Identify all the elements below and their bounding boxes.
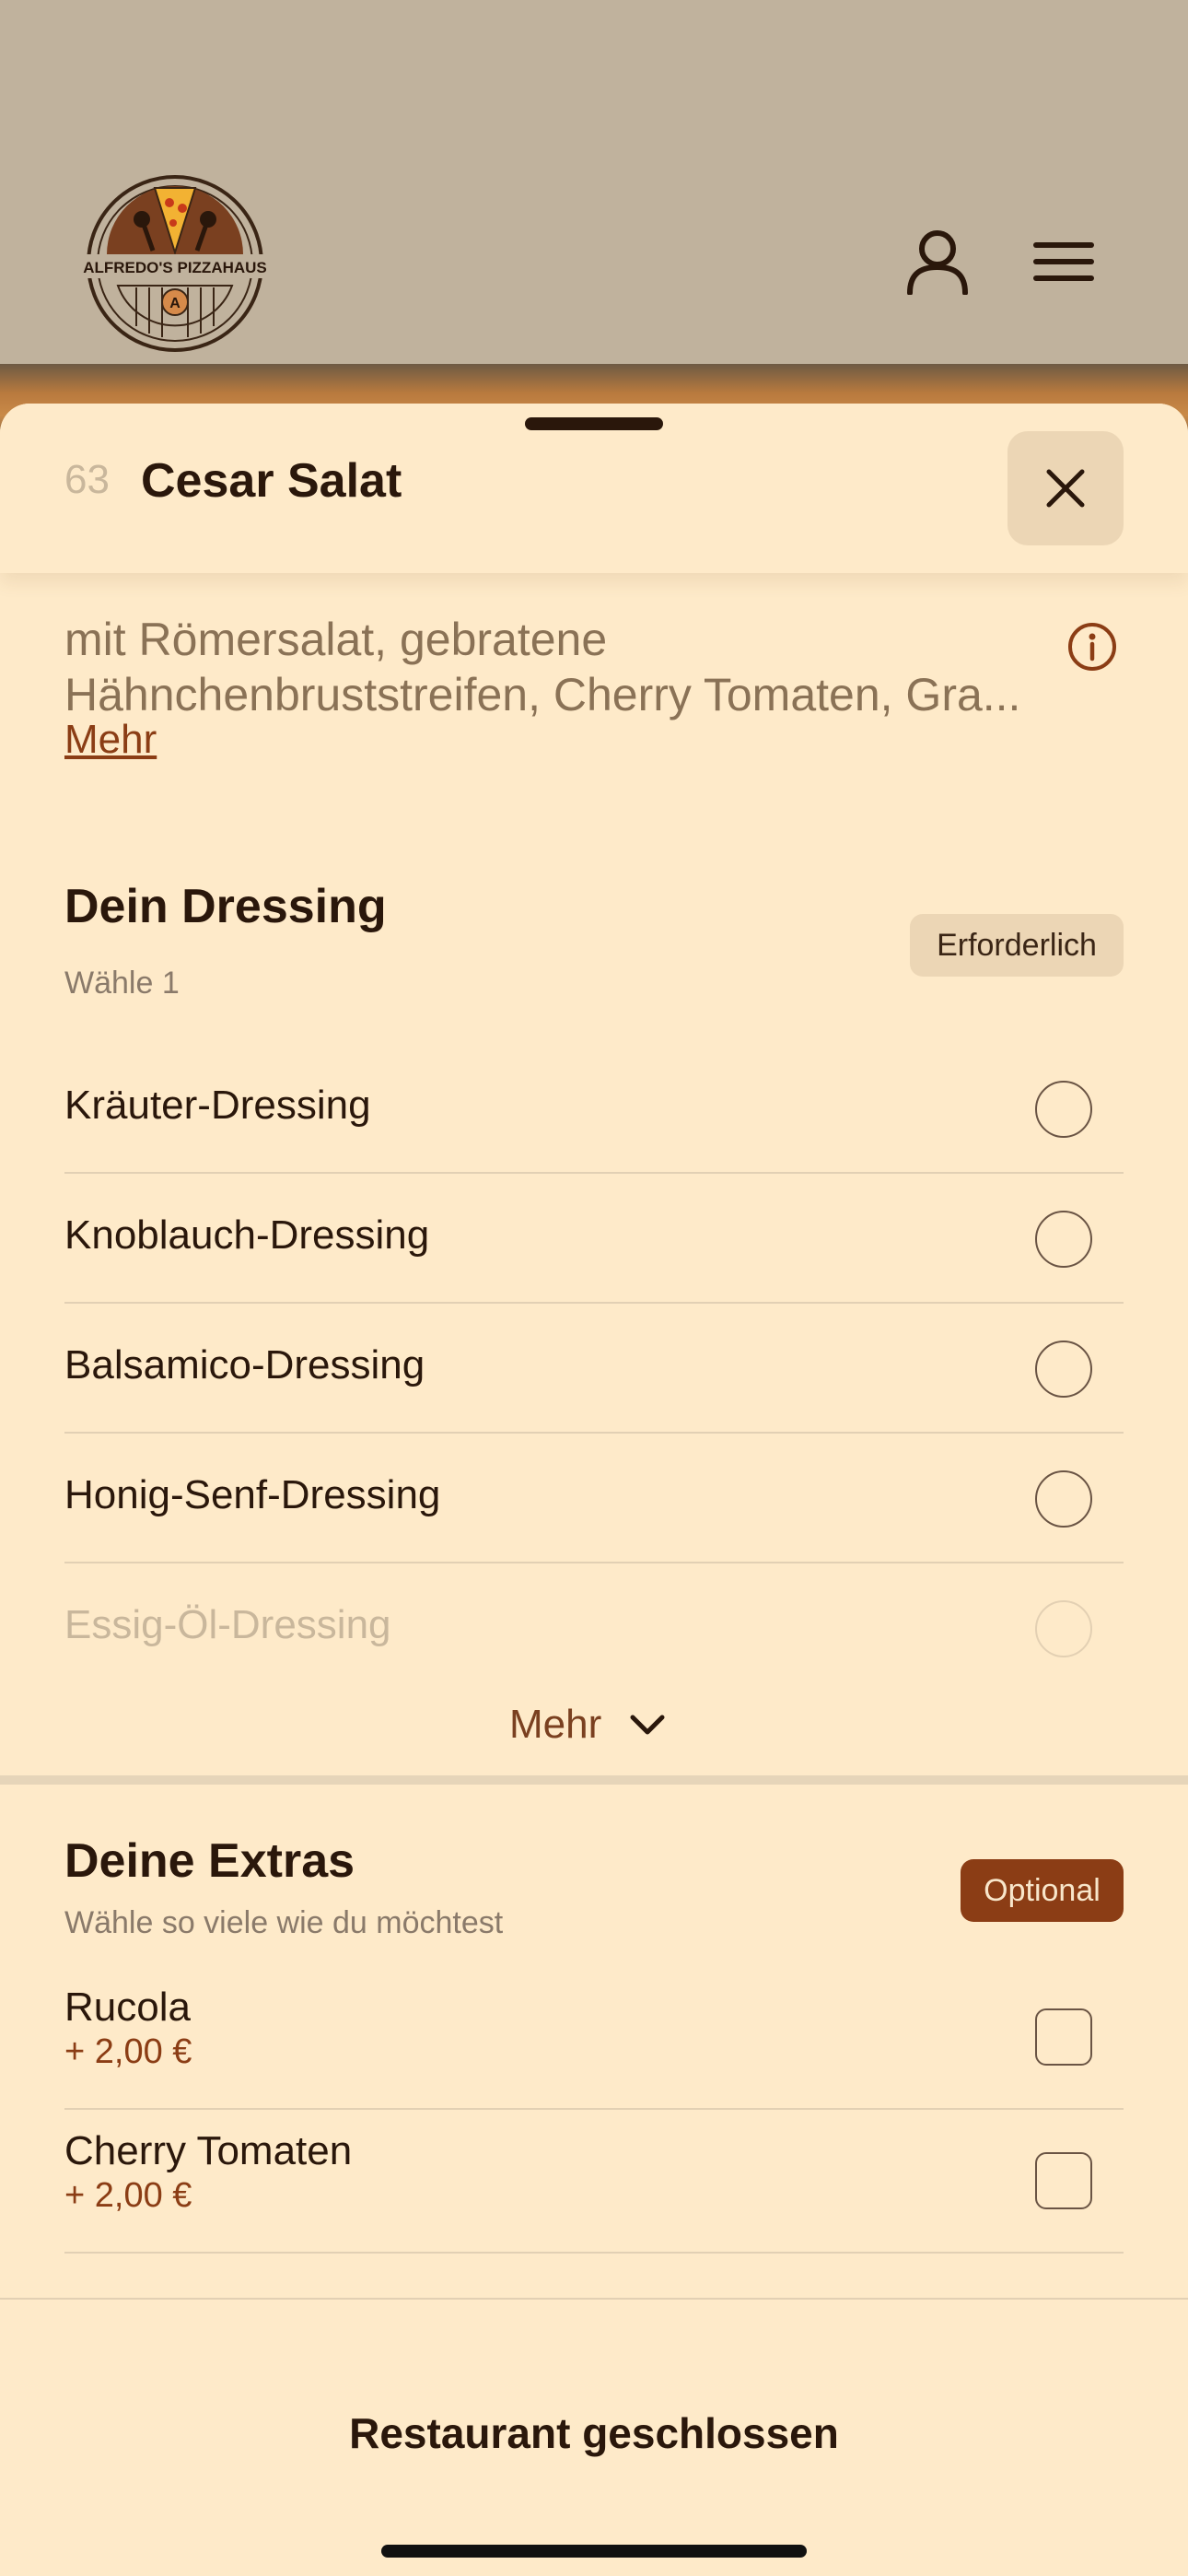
- extras-section-title: Deine Extras: [64, 1834, 355, 1888]
- extra-price: + 2,00 €: [64, 2176, 192, 2215]
- dressing-option[interactable]: Essig-Öl-Dressing: [64, 1563, 1124, 1693]
- item-number: 63: [64, 457, 110, 502]
- description-more-link[interactable]: Mehr: [64, 717, 157, 763]
- section-divider: [0, 1775, 1188, 1785]
- home-indicator[interactable]: [381, 2545, 807, 2558]
- dressing-option[interactable]: Honig-Senf-Dressing: [64, 1434, 1124, 1563]
- show-more-label: Mehr: [509, 1702, 602, 1747]
- checkbox[interactable]: [1035, 2152, 1092, 2209]
- sheet-grabber[interactable]: [525, 417, 663, 430]
- description-line: Hähnchenbruststreifen, Cherry Tomaten, G…: [64, 669, 1021, 720]
- extra-label: Cherry Tomaten: [64, 2128, 353, 2173]
- optional-badge: Optional: [961, 1859, 1124, 1922]
- user-icon[interactable]: [901, 225, 974, 299]
- radio-button[interactable]: [1035, 1081, 1092, 1138]
- radio-button[interactable]: [1035, 1470, 1092, 1528]
- checkbox[interactable]: [1035, 2008, 1092, 2066]
- order-footer: Restaurant geschlossen: [0, 2298, 1188, 2576]
- close-button[interactable]: [1007, 431, 1124, 545]
- extra-option[interactable]: Cherry Tomaten + 2,00 €: [64, 2110, 1124, 2254]
- option-label: Balsamico-Dressing: [64, 1342, 425, 1388]
- item-description: mit Römersalat, gebratene Hähnchenbrusts…: [64, 612, 1059, 722]
- extra-option[interactable]: Rucola + 2,00 €: [64, 1966, 1124, 2110]
- item-title: Cesar Salat: [141, 454, 402, 508]
- option-label: Honig-Senf-Dressing: [64, 1472, 441, 1517]
- restaurant-logo[interactable]: ALFREDO'S PIZZAHAUS A: [63, 171, 287, 356]
- restaurant-closed-status: Restaurant geschlossen: [349, 2409, 839, 2457]
- option-label: Kräuter-Dressing: [64, 1083, 371, 1128]
- hamburger-menu-icon[interactable]: [1027, 225, 1101, 299]
- show-more-button[interactable]: Mehr: [509, 1697, 666, 1752]
- extras-section-subtitle: Wähle so viele wie du möchtest: [64, 1905, 504, 1940]
- dressing-section-subtitle: Wähle 1: [64, 966, 180, 1001]
- dressing-option[interactable]: Balsamico-Dressing: [64, 1304, 1124, 1434]
- item-detail-sheet: 63 Cesar Salat mit Römersalat, gebratene…: [0, 404, 1188, 2576]
- radio-button[interactable]: [1035, 1341, 1092, 1398]
- dressing-option[interactable]: Knoblauch-Dressing: [64, 1174, 1124, 1304]
- radio-button[interactable]: [1035, 1211, 1092, 1268]
- sheet-header: 63 Cesar Salat: [0, 404, 1188, 573]
- svg-text:A: A: [169, 296, 181, 311]
- radio-button[interactable]: [1035, 1600, 1092, 1657]
- option-label: Knoblauch-Dressing: [64, 1212, 430, 1258]
- required-badge: Erforderlich: [910, 914, 1124, 977]
- close-icon: [1046, 469, 1085, 508]
- option-label: Essig-Öl-Dressing: [64, 1602, 391, 1647]
- dressing-option[interactable]: Kräuter-Dressing: [64, 1044, 1124, 1174]
- extra-price: + 2,00 €: [64, 2032, 192, 2071]
- description-line: mit Römersalat, gebratene: [64, 614, 608, 665]
- dressing-section-title: Dein Dressing: [64, 880, 387, 933]
- logo-text: ALFREDO'S PIZZAHAUS: [83, 259, 267, 276]
- chevron-down-icon: [630, 1715, 665, 1735]
- info-icon[interactable]: [1066, 621, 1118, 673]
- extra-label: Rucola: [64, 1985, 191, 2030]
